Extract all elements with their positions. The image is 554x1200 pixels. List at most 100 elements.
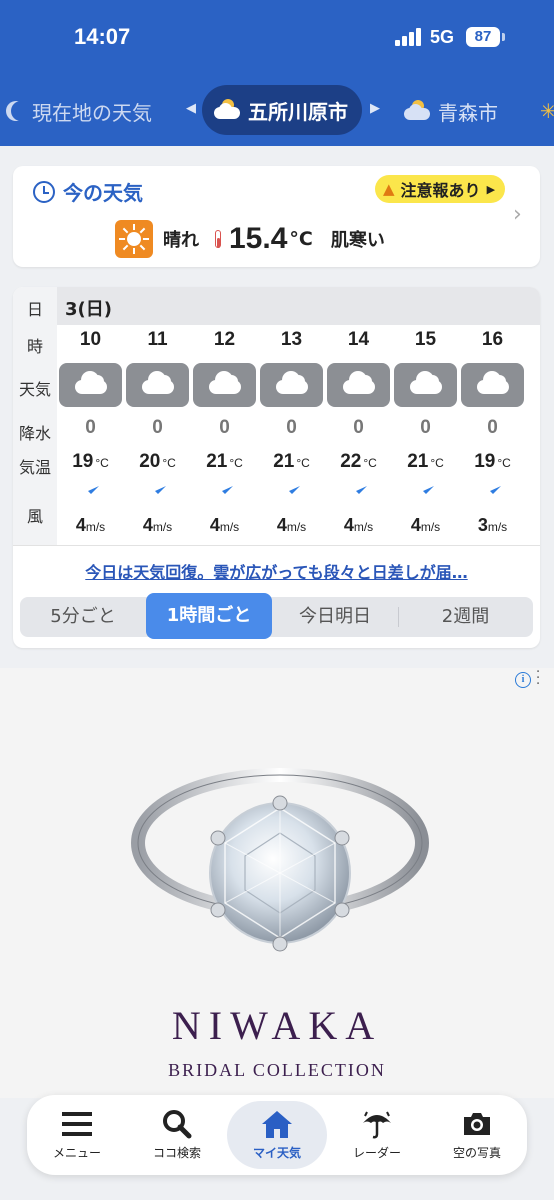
temperature-unit: °C [162, 456, 176, 470]
wind-speed-value: 4 [142, 515, 153, 535]
next-city-arrow-icon[interactable]: ▶ [370, 101, 380, 116]
wind-direction-icon [215, 486, 233, 504]
row-label-weather: 天気 [18, 380, 51, 399]
segment-tab[interactable]: 5分ごと [20, 597, 146, 637]
city-tab-label: 現在地の天気 [32, 100, 152, 125]
date-row: 3(日) [57, 287, 540, 325]
alert-badge[interactable]: ▲ 注意報あり ▶ [375, 175, 506, 203]
precipitation-value: 0 [219, 417, 230, 438]
precipitation-value: 0 [286, 417, 297, 438]
forecast-date: 3(日) [65, 299, 112, 320]
temperature-cell: 21 °C [258, 451, 325, 473]
alert-label: 注意報あり [400, 181, 481, 200]
temperature-value: 20 [139, 451, 161, 472]
precipitation-value: 0 [487, 417, 498, 438]
segment-tab[interactable]: 今日明日 [272, 597, 398, 637]
row-label-hour: 時 [26, 337, 43, 356]
clock-icon [33, 180, 55, 203]
hour-label: 13 [280, 329, 303, 350]
previous-city-arrow-icon[interactable]: ◀ [186, 101, 196, 116]
precipitation-value: 0 [152, 417, 163, 438]
temperature-cell: 21 °C [392, 451, 459, 473]
temperature-cell: 19 °C [57, 451, 124, 473]
cloudy-icon [126, 363, 189, 407]
current-weather-card[interactable]: 今の天気 ▲ 注意報あり ▶ › 晴れ 15.4 °C 肌寒い [13, 166, 540, 267]
wind-direction-icon [282, 486, 300, 504]
wind-direction-icon [416, 486, 434, 504]
segment-tab[interactable]: 1時間ごと [146, 593, 272, 639]
current-temperature: 15.4 [229, 222, 288, 255]
current-weather-heading: 今の天気 [33, 177, 143, 206]
chevron-right-icon[interactable]: › [513, 202, 522, 227]
wind-speed-value: 4 [343, 515, 354, 535]
precipitation-value: 0 [85, 417, 96, 438]
ad-brand-subtitle: BRIDAL COLLECTION [168, 1060, 386, 1080]
wind-speed-value: 4 [276, 515, 287, 535]
nav-item[interactable]: マイ天気 [227, 1101, 327, 1169]
temperature-unit: °C [229, 456, 243, 470]
wind-cell: 4m/s [325, 515, 392, 536]
temperature-value: 21 [273, 451, 295, 472]
temperature-unit: °C [289, 228, 313, 250]
segment-tab[interactable]: 2週間 [398, 597, 533, 637]
nav-item[interactable]: ココ検索 [127, 1101, 227, 1169]
partly-cloudy-icon [214, 99, 242, 121]
nav-item[interactable]: メニュー [27, 1101, 127, 1169]
precipitation-value: 0 [353, 417, 364, 438]
partly-cloudy-icon [404, 100, 432, 122]
ring-image [131, 768, 429, 952]
temperature-unit: °C [95, 456, 109, 470]
temperature-unit: °C [430, 456, 444, 470]
battery-icon: 87 [466, 27, 505, 47]
row-label-wind: 風 [26, 507, 43, 526]
more-options-icon[interactable]: · · · [536, 668, 540, 691]
wind-speed-value: 3 [477, 515, 488, 535]
cloudy-icon [59, 363, 122, 407]
city-tab-current-location[interactable]: 現在地の天気 [0, 76, 152, 146]
condition-text: 晴れ [163, 230, 199, 251]
wind-unit: m/s [420, 520, 441, 534]
city-tabs: 現在地の天気 ◀ 五所川原市 ▶ 青森市 ✳ [0, 76, 554, 146]
city-tab-label: 五所川原市 [248, 99, 348, 124]
temperature-value: 22 [340, 451, 362, 472]
temperature-value: 19 [474, 451, 496, 472]
wind-direction-icon [349, 486, 367, 504]
temperature-cell: 19 °C [459, 451, 526, 473]
cloudy-icon [193, 363, 256, 407]
nav-item-label: 空の写真 [452, 1146, 501, 1160]
cloudy-icon [394, 363, 457, 407]
hour-label: 10 [79, 329, 102, 350]
wind-cell: 4m/s [124, 515, 191, 536]
current-conditions: 晴れ 15.4 °C 肌寒い [115, 220, 385, 258]
current-weather-title: 今の天気 [63, 181, 143, 205]
forecast-headline-link[interactable]: 今日は天気回復。雲が広がっても段々と日差しが届… [13, 559, 540, 583]
wind-cell: 4m/s [191, 515, 258, 536]
temperature-cell: 20 °C [124, 451, 191, 473]
wind-unit: m/s [152, 520, 173, 534]
hourly-forecast-card: 日 時 天気 降水 気温 風 3(日) 10 0 19 °C 4m/s 11 0 20 °C 4m… [13, 287, 540, 648]
wind-speed-value: 4 [209, 515, 220, 535]
wind-unit: m/s [353, 520, 374, 534]
wind-unit: m/s [286, 520, 307, 534]
sun-icon[interactable]: ✳ [540, 76, 554, 146]
interval-segmented-control: 5分ごと 1時間ごと 今日明日 2週間 [20, 593, 533, 639]
wind-unit: m/s [219, 520, 240, 534]
hour-label: 14 [347, 329, 370, 350]
nav-item[interactable]: レーダー [327, 1101, 427, 1169]
wind-cell: 3m/s [459, 515, 526, 536]
nav-item[interactable]: 空の写真 [427, 1101, 527, 1169]
hour-label: 11 [147, 329, 168, 350]
temperature-unit: °C [497, 456, 511, 470]
city-tab-next[interactable]: 青森市 [404, 76, 498, 146]
temperature-value: 21 [206, 451, 228, 472]
city-tab-selected[interactable]: 五所川原市 [202, 85, 362, 135]
row-label-precip: 降水 [18, 424, 51, 443]
chevron-right-icon: ▶ [486, 182, 496, 196]
temperature-cell: 21 °C [191, 451, 258, 473]
bottom-navigation: メニュー ココ検索 マイ天気 レーダー 空の写真 [27, 1095, 527, 1175]
temperature-unit: °C [363, 456, 377, 470]
advertisement-banner[interactable]: i · · · NIWAKA BRIDAL COLLECTION [0, 668, 554, 1098]
ad-info-icon[interactable]: i [515, 672, 531, 688]
wind-cell: 4m/s [258, 515, 325, 536]
thermometer-icon [215, 230, 221, 248]
